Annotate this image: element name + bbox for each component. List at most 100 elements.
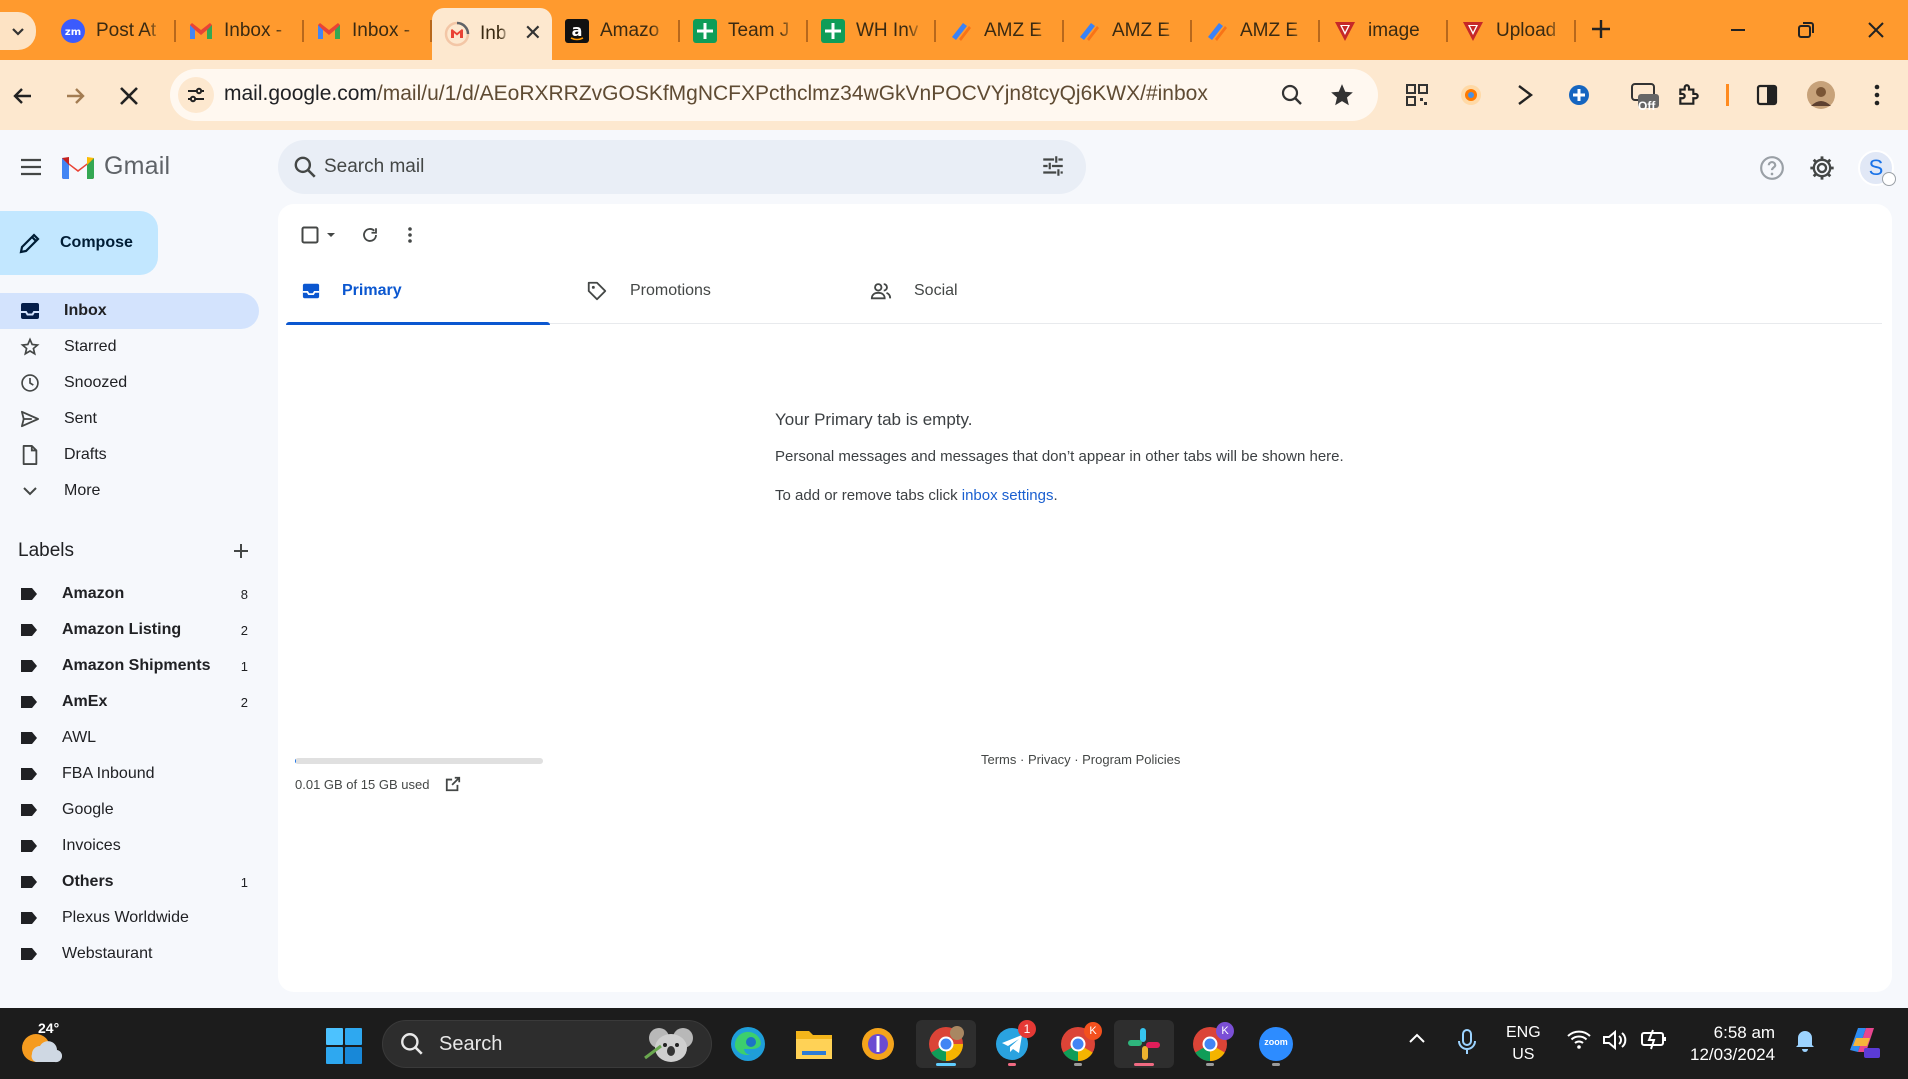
gmail-loading-icon [444, 21, 470, 47]
search-options-icon[interactable] [1040, 153, 1066, 179]
taskbar-chrome-active[interactable] [916, 1020, 976, 1068]
off-extension-button[interactable]: Off [1622, 78, 1666, 113]
label-item[interactable]: Plexus Worldwide [0, 900, 260, 936]
browser-tab[interactable]: AMZ E [1064, 8, 1192, 54]
start-button[interactable] [326, 1028, 362, 1069]
sidebar-item-inbox[interactable]: Inbox [0, 293, 259, 329]
browser-menu-button[interactable] [1860, 78, 1894, 112]
label-icon [21, 588, 37, 600]
label-item[interactable]: Amazon 8 [0, 576, 260, 612]
taskbar-zoom[interactable]: zoom [1246, 1020, 1306, 1068]
browser-tab[interactable]: Upload [1448, 8, 1576, 54]
taskbar-file-explorer[interactable] [784, 1020, 844, 1068]
account-avatar[interactable]: S [1858, 150, 1896, 186]
more-actions-button[interactable] [390, 218, 430, 252]
extensions-button[interactable] [1672, 78, 1706, 112]
sidebar-item-sent[interactable]: Sent [0, 401, 259, 437]
new-tab-button[interactable] [1586, 14, 1616, 44]
taskbar-chrome-profile-k2[interactable]: K [1180, 1020, 1240, 1068]
label-item[interactable]: Google [0, 792, 260, 828]
tab-search-button[interactable] [0, 12, 36, 50]
inbox-settings-link[interactable]: inbox settings [962, 487, 1054, 504]
system-clock[interactable]: 6:58 am 12/03/2024 [1690, 1022, 1775, 1066]
settings-button[interactable] [1804, 150, 1840, 186]
sidebar-item-snoozed[interactable]: Snoozed [0, 365, 259, 401]
browser-tab[interactable]: Inbox - [304, 8, 432, 54]
program-policies-link[interactable]: Program Policies [1082, 752, 1180, 767]
main-menu-button[interactable] [14, 150, 48, 184]
close-tab-icon[interactable]: ✕ [524, 20, 542, 46]
label-item[interactable]: Invoices [0, 828, 260, 864]
taskbar-slack[interactable] [1114, 1020, 1174, 1068]
browser-tab[interactable]: AMZ E [1192, 8, 1320, 54]
browser-tab[interactable]: Inbox - [176, 8, 304, 54]
notifications-button[interactable] [1794, 1028, 1816, 1052]
label-item[interactable]: Webstaurant [0, 936, 260, 972]
label-item[interactable]: Amazon Listing 2 [0, 612, 260, 648]
label-item[interactable]: Others 1 [0, 864, 260, 900]
off-badge: Off [1638, 99, 1656, 113]
taskbar-chrome-profile-k[interactable]: K [1048, 1020, 1108, 1068]
label-item[interactable]: Amazon Shipments 1 [0, 648, 260, 684]
terms-link[interactable]: Terms [981, 752, 1016, 767]
select-all-checkbox[interactable] [294, 218, 344, 252]
sidebar-item-drafts[interactable]: Drafts [0, 437, 259, 473]
browser-tab[interactable]: a Amazo [552, 8, 680, 54]
wifi-button[interactable] [1566, 1028, 1592, 1050]
input-language-indicator[interactable]: ENG US [1506, 1022, 1541, 1066]
minimize-button[interactable] [1718, 12, 1758, 48]
label-item[interactable]: FBA Inbound [0, 756, 260, 792]
search-icon[interactable] [292, 154, 318, 180]
browser-tab[interactable]: image [1320, 8, 1448, 54]
compose-button[interactable]: Compose [0, 211, 158, 275]
add-label-icon[interactable] [232, 542, 250, 560]
zoom-page-button[interactable] [1276, 79, 1308, 111]
refresh-button[interactable] [350, 218, 390, 252]
taskbar-edge[interactable] [718, 1020, 778, 1068]
minimize-icon [1731, 29, 1745, 31]
site-info-button[interactable] [178, 77, 214, 113]
taskbar-telegram[interactable]: 1 [982, 1020, 1042, 1068]
search-bar[interactable] [278, 140, 1086, 194]
browser-tab-active[interactable]: Inb ✕ [432, 8, 552, 60]
profile-button[interactable] [1804, 78, 1838, 112]
label-name: Amazon Shipments [62, 657, 211, 674]
sidebar-item-starred[interactable]: Starred [0, 329, 259, 365]
volume-button[interactable] [1602, 1028, 1630, 1052]
close-window-button[interactable] [1856, 12, 1896, 48]
restore-button[interactable] [1786, 12, 1826, 48]
tab-primary[interactable]: Primary [286, 258, 550, 325]
bookmark-button[interactable] [1326, 79, 1358, 111]
address-bar[interactable]: mail.google.com/mail/u/1/d/AEoRXRRZvGOSK… [170, 69, 1378, 121]
battery-button[interactable] [1640, 1028, 1668, 1050]
label-item[interactable]: AmEx 2 [0, 684, 260, 720]
qr-extension-button[interactable] [1400, 78, 1434, 112]
taskbar-vpn-app[interactable] [848, 1020, 908, 1068]
privacy-link[interactable]: Privacy [1028, 752, 1071, 767]
search-input[interactable] [324, 150, 1004, 184]
sidebar-item-more[interactable]: More [0, 473, 259, 509]
tab-social[interactable]: Social [854, 258, 1118, 324]
taskbar-search[interactable]: Search [382, 1020, 712, 1068]
gmail-logo[interactable]: Gmail [60, 152, 170, 181]
forward-button[interactable] [56, 77, 94, 115]
tab-promotions[interactable]: Promotions [570, 258, 834, 324]
browser-tab[interactable]: AMZ E [936, 8, 1064, 54]
pencil-icon [19, 233, 40, 254]
label-item[interactable]: AWL [0, 720, 260, 756]
arrow-extension-button[interactable] [1510, 78, 1544, 112]
browser-tab[interactable]: WH Inv [808, 8, 936, 54]
back-button[interactable] [4, 77, 42, 115]
blue-extension-button[interactable] [1562, 78, 1596, 112]
browser-tab[interactable]: Team J [680, 8, 808, 54]
microphone-button[interactable] [1456, 1028, 1478, 1056]
show-hidden-icons-button[interactable] [1406, 1028, 1428, 1050]
open-in-new-icon[interactable] [445, 776, 461, 792]
browser-tab[interactable]: zm Post At [48, 8, 176, 54]
side-panel-button[interactable] [1750, 78, 1784, 112]
copilot-button[interactable] [1842, 1020, 1882, 1060]
stop-loading-button[interactable] [110, 77, 148, 115]
orange-extension-button[interactable] [1454, 78, 1488, 112]
support-button[interactable] [1754, 150, 1790, 186]
volume-icon [1603, 1029, 1627, 1051]
